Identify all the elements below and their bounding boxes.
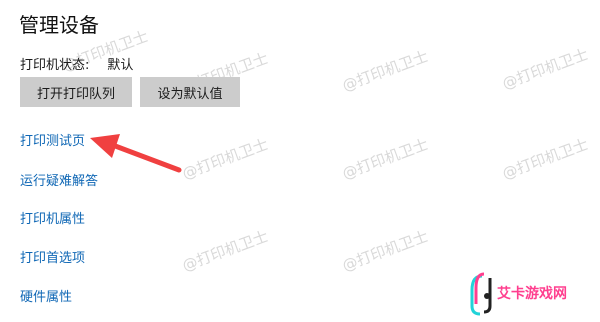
open-print-queue-button[interactable]: 打开打印队列	[20, 77, 132, 107]
watermark: @打印机卫士	[339, 47, 431, 95]
page-title: 管理设备	[19, 13, 99, 37]
printer-status-value: 默认	[107, 58, 134, 73]
brand-logo-text: 艾卡游戏网	[497, 286, 567, 302]
watermark: @打印机卫士	[179, 135, 271, 183]
printer-status-label: 打印机状态:	[20, 58, 90, 73]
printer-status: 打印机状态: 默认	[20, 54, 133, 73]
watermark: @打印机卫士	[499, 45, 591, 93]
watermark: @打印机卫士	[339, 227, 431, 275]
hardware-properties-link[interactable]: 硬件属性	[20, 286, 72, 305]
red-arrow-annotation	[90, 134, 182, 173]
run-troubleshooter-link[interactable]: 运行疑难解答	[20, 170, 98, 189]
watermark: @打印机卫士	[179, 227, 271, 275]
print-test-page-link[interactable]: 打印测试页	[20, 130, 85, 149]
set-as-default-button[interactable]: 设为默认值	[140, 77, 240, 107]
watermark: @打印机卫士	[499, 135, 591, 183]
printing-preferences-link[interactable]: 打印首选项	[20, 247, 85, 266]
watermark: @打印机卫士	[339, 135, 431, 183]
printer-properties-link[interactable]: 打印机属性	[20, 208, 85, 227]
